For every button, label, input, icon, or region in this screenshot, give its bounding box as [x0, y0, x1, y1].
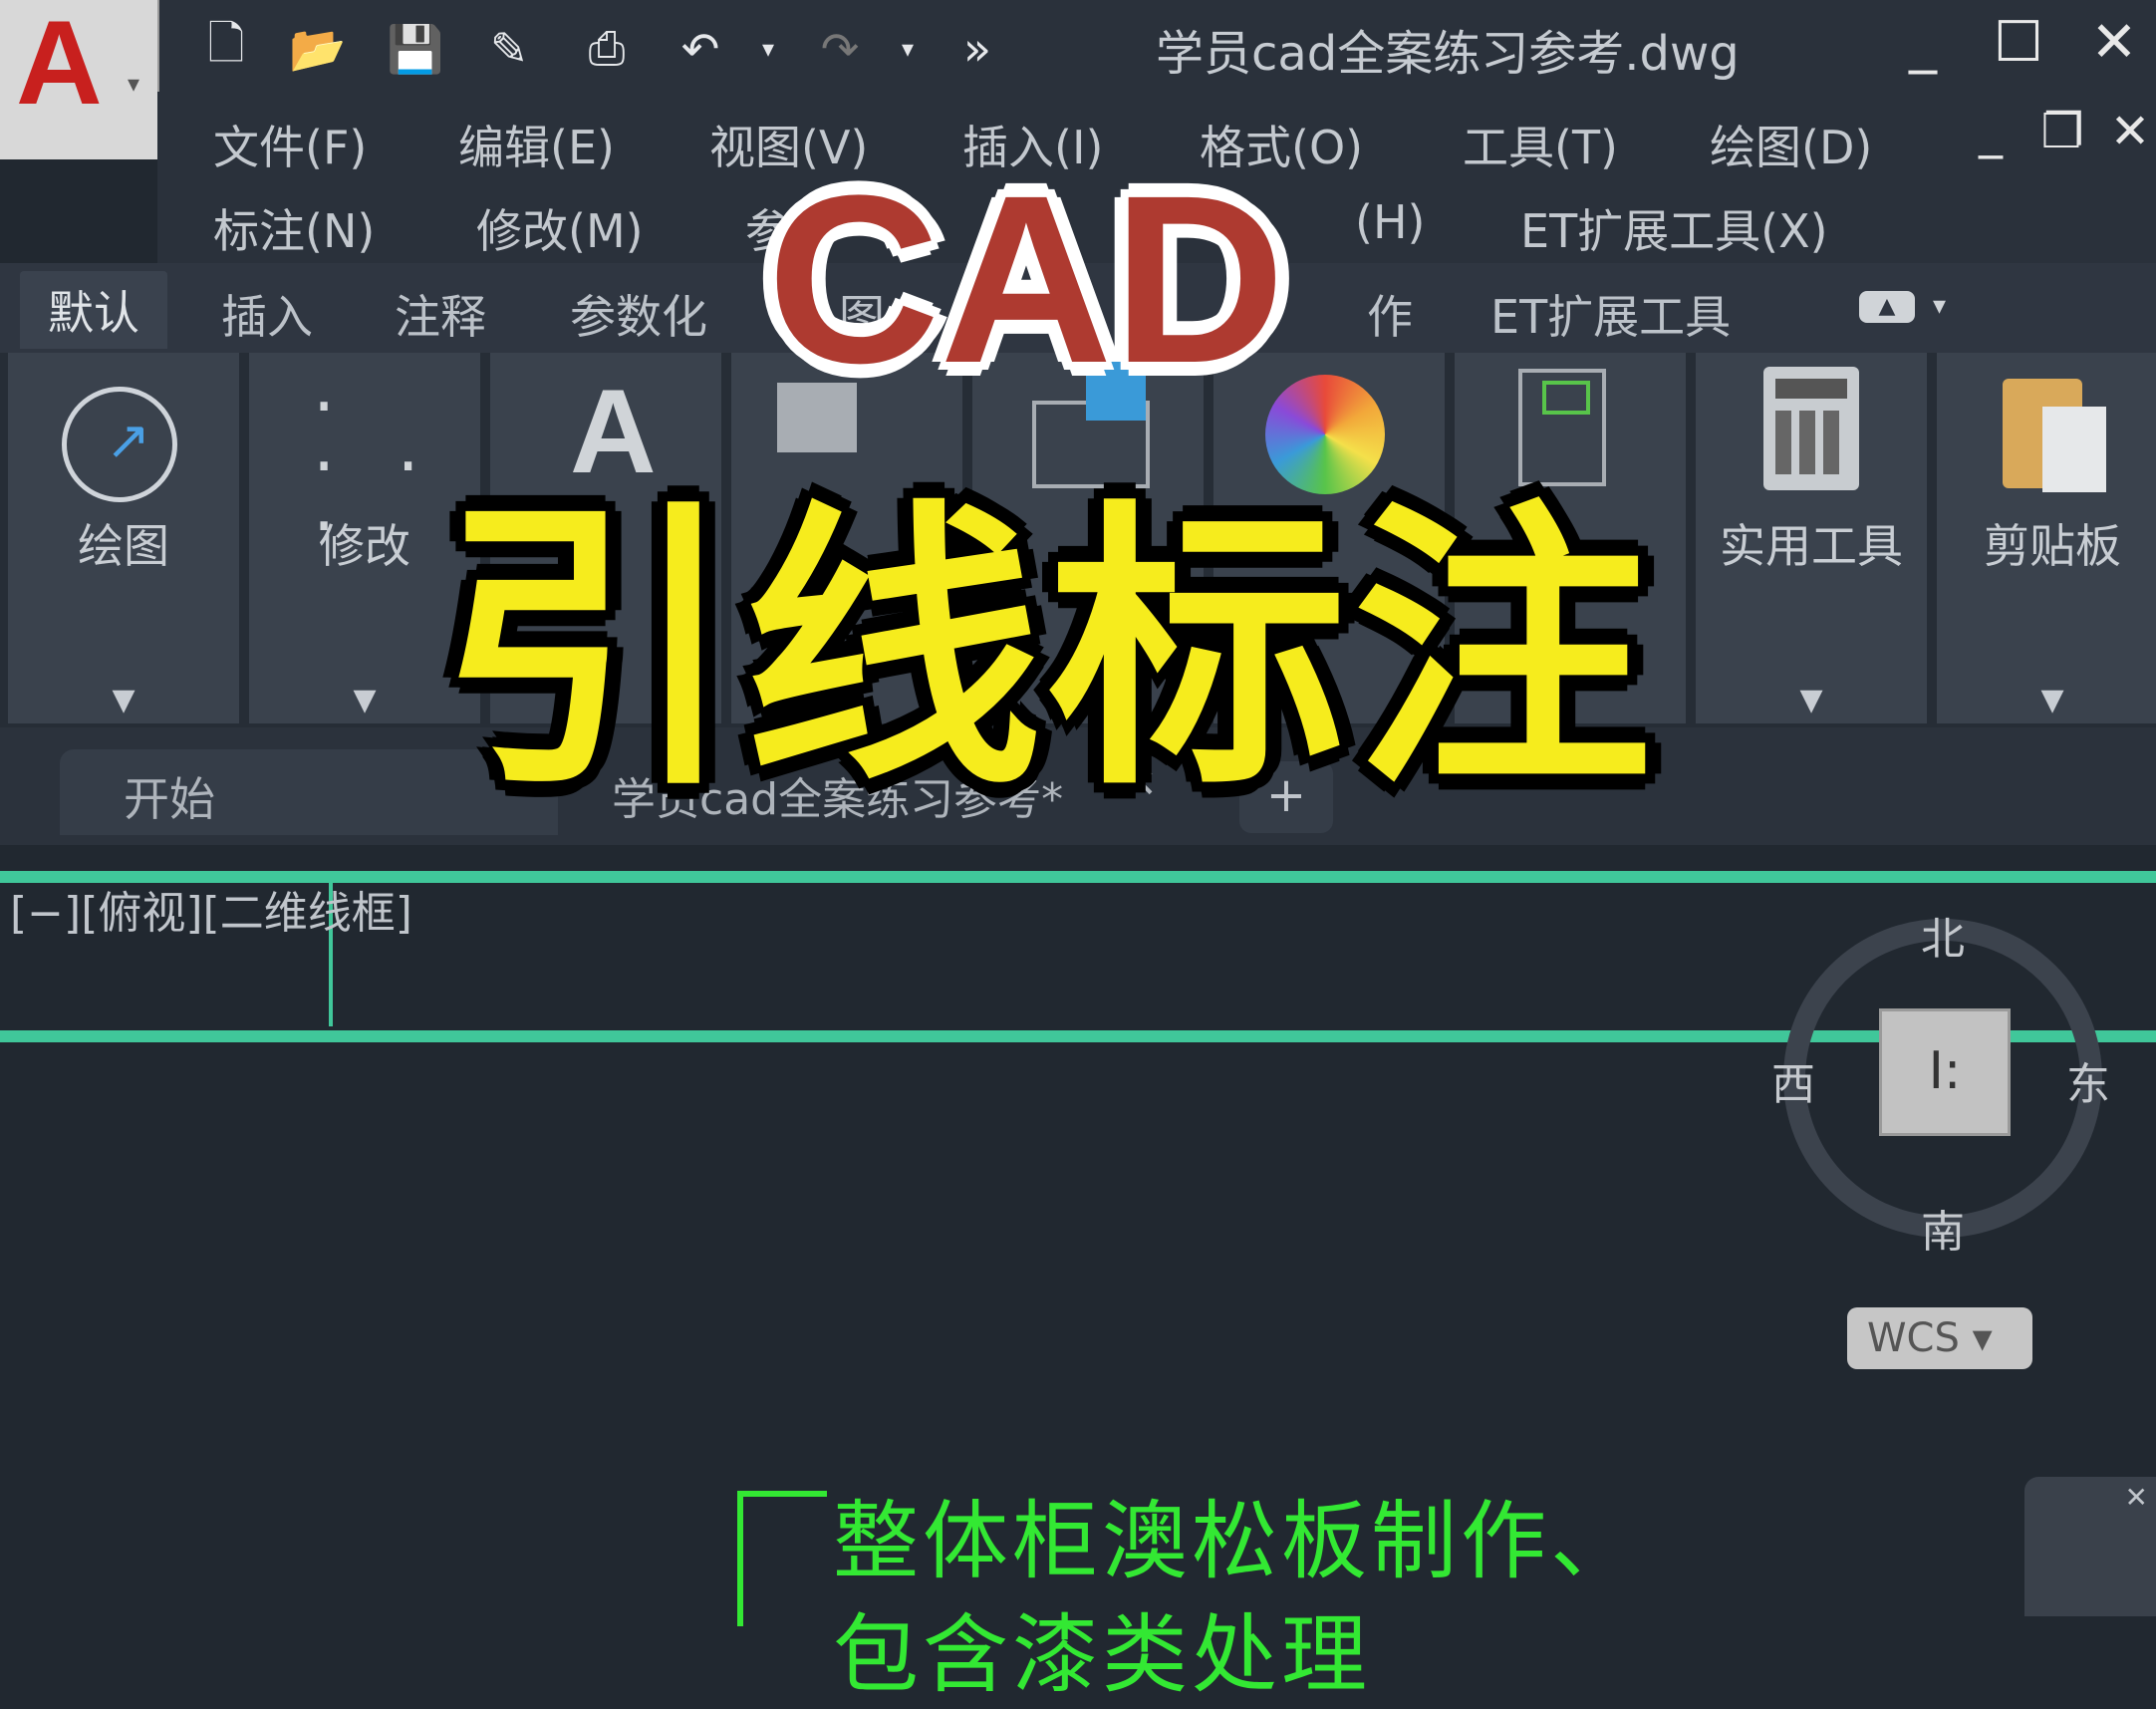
tab-collaborate[interactable]: 作: [1367, 281, 1413, 347]
panel-utilities[interactable]: 实用工具 ▼: [1696, 353, 1933, 723]
redo-icon[interactable]: ↷: [809, 18, 871, 80]
navigation-bar-widget[interactable]: ✕: [2024, 1477, 2156, 1616]
menu-file[interactable]: 文件(F): [213, 112, 367, 177]
wcs-dropdown[interactable]: WCS ▾: [1847, 1307, 2032, 1369]
viewcube-top-face[interactable]: I:: [1879, 1008, 2011, 1136]
menu-dimension[interactable]: 标注(N): [213, 195, 375, 261]
calculator-icon: [1763, 367, 1859, 490]
undo-dropdown-icon[interactable]: ▾: [737, 18, 799, 80]
tab-default[interactable]: 默认: [20, 271, 167, 349]
doc-minimize-button[interactable]: _: [1951, 104, 2030, 159]
chevron-down-icon[interactable]: ▼: [1937, 683, 2156, 717]
tab-insert[interactable]: 插入: [221, 281, 313, 347]
autocad-logo-icon: A: [16, 0, 103, 130]
chevron-down-icon[interactable]: ▾: [1933, 291, 1946, 321]
print-icon[interactable]: ⎙: [576, 18, 638, 80]
doc-close-button[interactable]: ✕: [2090, 104, 2156, 159]
panel-clipboard[interactable]: 剪贴板 ▼: [1937, 353, 2156, 723]
radius-arrow-icon: ↗: [106, 409, 151, 471]
menu-help[interactable]: (H): [1355, 195, 1425, 249]
panel-draw[interactable]: ↗ 绘图 ▼: [8, 353, 245, 723]
compass-east[interactable]: 东: [2066, 1048, 2110, 1112]
drawing-text: 整体柜澳松板制作、: [833, 1492, 1640, 1591]
compass-south[interactable]: 南: [1921, 1196, 1965, 1260]
menu-et-tools[interactable]: ET扩展工具(X): [1520, 195, 1828, 261]
close-icon[interactable]: ✕: [2125, 1481, 2148, 1514]
compass-west[interactable]: 西: [1771, 1048, 1815, 1112]
overlay-title: 引线标注: [438, 477, 1658, 825]
chevron-down-icon[interactable]: ▼: [1696, 683, 1927, 717]
more-tools-icon[interactable]: »: [946, 18, 1008, 80]
paste-page-icon: [2042, 407, 2106, 492]
menu-modify[interactable]: 修改(M): [476, 195, 644, 261]
viewport-controls-label[interactable]: [−][俯视][二维线框]: [10, 877, 412, 941]
menu-edit[interactable]: 编辑(E): [458, 112, 615, 177]
leader-line: [737, 1491, 827, 1626]
overlay-cad-heading: CAD: [767, 145, 1285, 413]
panel-label: 剪贴板: [1984, 519, 2121, 573]
menu-tools[interactable]: 工具(T): [1463, 112, 1618, 177]
close-button[interactable]: ✕: [2074, 10, 2154, 75]
chevron-down-icon[interactable]: ▼: [8, 683, 239, 717]
panel-label: 实用工具: [1720, 519, 1903, 573]
tab-et-tools[interactable]: ET扩展工具: [1490, 281, 1731, 347]
maximize-button[interactable]: ☐: [1979, 10, 2058, 75]
open-folder-icon[interactable]: 📂: [287, 18, 349, 80]
application-menu-button[interactable]: A ▾: [0, 0, 159, 159]
undo-icon[interactable]: ↶: [670, 18, 731, 80]
panel-label: 绘图: [78, 519, 169, 573]
drawing-text: 包含漆类处理: [833, 1605, 1371, 1705]
tab-parametric[interactable]: 参数化: [570, 281, 707, 347]
tab-annotate[interactable]: 注释: [395, 281, 486, 347]
save-icon[interactable]: 💾: [385, 18, 446, 80]
chevron-down-icon: ▾: [128, 70, 140, 98]
compass-north[interactable]: 北: [1921, 903, 1965, 967]
minimize-button[interactable]: _: [1883, 10, 1963, 75]
redo-dropdown-icon[interactable]: ▾: [877, 18, 939, 80]
document-title: 学员cad全案练习参考.dwg: [1156, 26, 1740, 82]
menu-draw[interactable]: 绘图(D): [1710, 112, 1872, 177]
ribbon-minimize-icon[interactable]: ▲: [1859, 291, 1915, 323]
save-as-icon[interactable]: ✎: [478, 18, 540, 80]
tab-label: 开始: [124, 772, 215, 826]
new-file-icon[interactable]: 🗋: [195, 16, 257, 80]
